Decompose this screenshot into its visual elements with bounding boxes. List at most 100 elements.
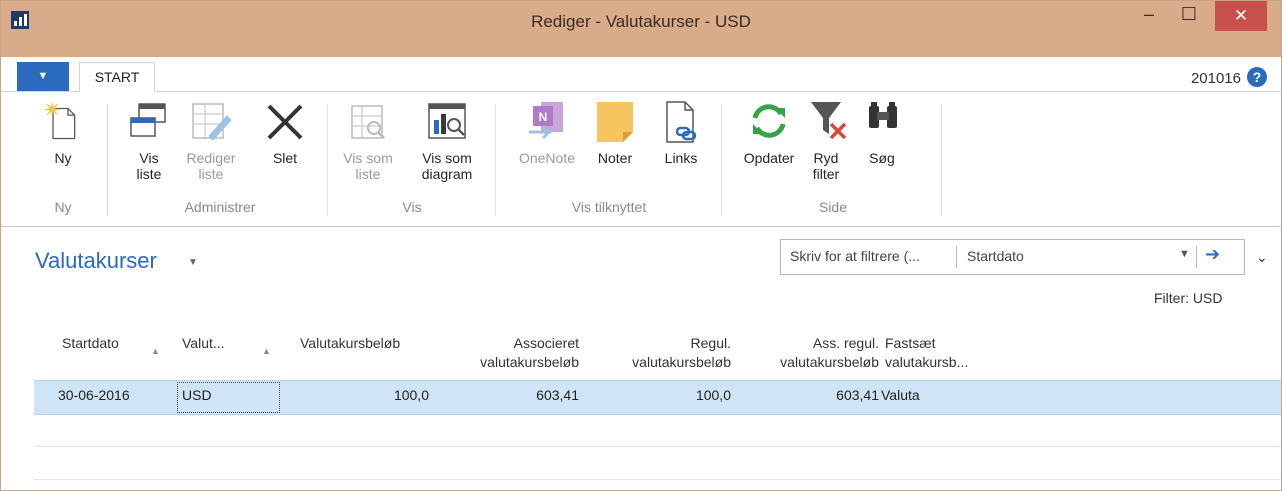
view-list-icon <box>130 103 166 137</box>
view-as-list-label-2: liste <box>355 166 381 182</box>
edit-list-button[interactable]: Rediger liste <box>183 98 239 182</box>
search-button[interactable]: Søg <box>859 98 905 166</box>
column-header-line: Ass. regul. <box>812 335 879 351</box>
column-header-line: Regul. <box>690 335 731 351</box>
title-bar: Rediger - Valutakurser - USD – ☐ ✕ <box>1 1 1281 57</box>
column-header-associeret[interactable]: Associeret valutakursbeløb <box>445 334 579 372</box>
edit-list-icon <box>192 103 232 141</box>
cell-associeret[interactable]: 603,41 <box>451 387 579 403</box>
delete-button[interactable]: Slet <box>259 98 311 166</box>
ribbon-separator <box>721 104 722 216</box>
file-menu-button[interactable]: ▼ <box>17 62 69 91</box>
refresh-label: Opdater <box>743 150 795 166</box>
app-window: Rediger - Valutakurser - USD – ☐ ✕ ▼ STA… <box>0 0 1282 491</box>
search-divider <box>1196 246 1197 268</box>
page-title[interactable]: Valutakurser <box>35 248 157 274</box>
column-header-startdato[interactable]: Startdato <box>62 334 119 353</box>
view-list-label-2: liste <box>136 166 162 182</box>
view-as-chart-button[interactable]: Vis som diagram <box>411 98 483 182</box>
ribbon-tab-row: ▼ START 201016 ? <box>1 57 1281 93</box>
chevron-down-icon[interactable]: ▼ <box>188 257 198 268</box>
search-input[interactable]: Skriv for at filtrere (... <box>790 248 920 264</box>
group-label-ny: Ny <box>54 199 72 215</box>
cell-valuta[interactable]: USD <box>182 387 212 403</box>
column-header-regul[interactable]: Regul. valutakursbeløb <box>597 334 731 372</box>
view-as-list-label-1: Vis som <box>343 150 393 166</box>
help-icon[interactable]: ? <box>1247 67 1267 87</box>
onenote-button[interactable]: N OneNote <box>509 98 585 166</box>
clear-filter-icon <box>811 102 847 140</box>
column-header-fastsaet[interactable]: Fastsæt valutakursb... <box>885 334 968 372</box>
notes-icon <box>597 102 633 142</box>
cell-ass-regul[interactable]: 603,41 <box>751 387 879 403</box>
cell-startdato[interactable]: 30-06-2016 <box>58 387 130 403</box>
ribbon: Ny Ny Vis liste Rediger liste Slet Admin… <box>1 92 1281 227</box>
edit-list-label-1: Rediger <box>186 150 236 166</box>
filter-field-select[interactable]: Startdato <box>967 248 1024 264</box>
new-button[interactable]: Ny <box>41 98 85 166</box>
column-header-line: valutakursbeløb <box>480 354 579 370</box>
sort-ascending-icon[interactable]: ▲ <box>151 346 160 356</box>
notes-button[interactable]: Noter <box>591 98 639 166</box>
ribbon-separator <box>495 104 496 216</box>
onenote-label: OneNote <box>518 150 576 166</box>
arrow-right-icon[interactable]: ➔ <box>1205 244 1220 265</box>
filter-search-box: Skriv for at filtrere (... Startdato ▼ ➔ <box>780 239 1245 275</box>
company-name[interactable]: 201016 <box>1191 70 1241 87</box>
column-header-line: valutakursbeløb <box>780 354 879 370</box>
group-label-vis: Vis <box>402 199 422 215</box>
new-document-icon <box>45 102 76 140</box>
svg-text:N: N <box>539 110 548 124</box>
onenote-icon: N <box>529 102 563 140</box>
clear-filter-label-1: Ryd <box>813 150 839 166</box>
new-button-label: Ny <box>54 150 72 166</box>
cell-regul[interactable]: 100,0 <box>603 387 731 403</box>
view-list-label-1: Vis <box>139 150 159 166</box>
binoculars-icon <box>869 102 897 128</box>
window-title: Rediger - Valutakurser - USD <box>531 12 751 31</box>
column-header-ass-regul[interactable]: Ass. regul. valutakursbeløb <box>745 334 879 372</box>
tab-start[interactable]: START <box>79 62 155 93</box>
view-as-chart-label-1: Vis som <box>422 150 472 166</box>
clear-filter-button[interactable]: Ryd filter <box>805 98 847 182</box>
view-as-list-button[interactable]: Vis som liste <box>337 98 399 182</box>
close-button[interactable]: ✕ <box>1215 1 1267 31</box>
column-header-line: valutakursbeløb <box>632 354 731 370</box>
links-label: Links <box>664 150 698 166</box>
column-header-line: Fastsæt <box>885 335 936 351</box>
search-button-label: Søg <box>869 150 895 166</box>
cell-valutakursbeloeb[interactable]: 100,0 <box>301 387 429 403</box>
links-icon <box>666 101 697 143</box>
ribbon-separator <box>327 104 328 216</box>
view-as-chart-label-2: diagram <box>421 166 473 182</box>
column-header-line: Associeret <box>513 335 579 351</box>
ribbon-separator <box>941 104 942 216</box>
empty-row-divider <box>34 479 1281 480</box>
group-label-administrer: Administrer <box>184 199 256 215</box>
search-divider <box>956 246 957 268</box>
column-header-line: valutakursb... <box>885 354 969 370</box>
group-label-vis-tilknyttet: Vis tilknyttet <box>571 199 647 215</box>
delete-x-icon <box>267 104 303 140</box>
refresh-icon <box>752 104 786 138</box>
ribbon-separator <box>107 104 108 216</box>
edit-list-label-2: liste <box>198 166 224 182</box>
view-as-chart-icon <box>428 103 466 139</box>
empty-row-divider <box>34 446 1281 447</box>
column-header-valutakursbeloeb[interactable]: Valutakursbeløb <box>300 334 400 353</box>
clear-filter-label-2: filter <box>812 166 840 182</box>
group-label-side: Side <box>818 199 848 215</box>
refresh-button[interactable]: Opdater <box>735 98 803 166</box>
cell-fastsaet[interactable]: Valuta <box>881 387 920 403</box>
delete-label: Slet <box>272 150 298 166</box>
maximize-button[interactable]: ☐ <box>1166 1 1212 31</box>
collapse-chevron-icon[interactable]: ⌄ <box>1256 249 1268 266</box>
view-as-list-icon <box>351 105 385 139</box>
column-header-valuta[interactable]: Valut... <box>182 334 225 353</box>
dropdown-arrow-icon[interactable]: ▼ <box>1179 248 1190 260</box>
filter-label: Filter: USD <box>1154 290 1223 306</box>
sort-ascending-icon[interactable]: ▲ <box>262 346 271 356</box>
notes-label: Noter <box>597 150 633 166</box>
view-list-button[interactable]: Vis liste <box>125 98 173 182</box>
links-button[interactable]: Links <box>657 98 705 166</box>
